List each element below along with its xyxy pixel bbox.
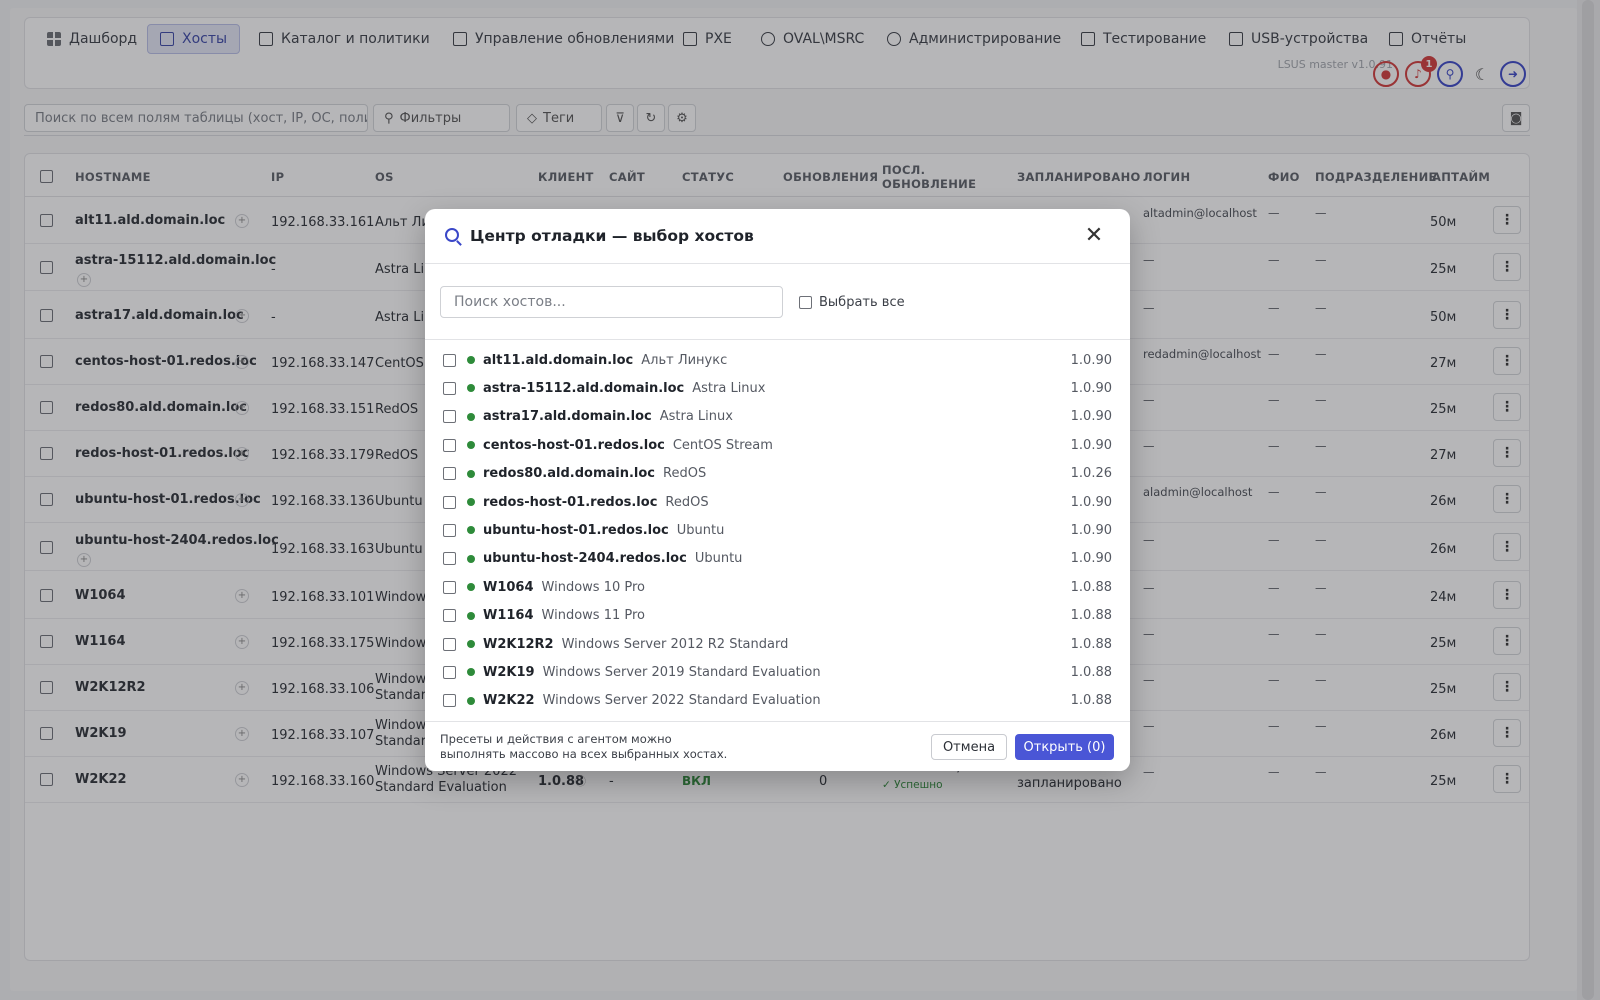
host-os: Windows 11 Pro [541,608,645,624]
host-os: RedOS [665,494,709,510]
online-status-dot [467,526,475,535]
agent-version: 1.0.88 [1070,608,1112,624]
host-checkbox[interactable] [443,410,456,424]
agent-version: 1.0.90 [1070,437,1112,453]
host-list-item[interactable]: redos-host-01.redos.loc RedOS 1.0.90 [443,488,1112,516]
agent-version: 1.0.88 [1070,664,1112,680]
host-list-item[interactable]: ubuntu-host-2404.redos.loc Ubuntu 1.0.90 [443,545,1112,573]
agent-version: 1.0.90 [1070,494,1112,510]
host-checkbox[interactable] [443,381,456,395]
online-status-dot [467,469,475,478]
host-name: W2K19 [483,664,535,680]
agent-version: 1.0.90 [1070,522,1112,538]
host-os: Ubuntu [694,551,743,567]
debug-search-icon [445,228,459,242]
host-checkbox[interactable] [443,552,456,566]
modal-header: Центр отладки — выбор хостов ✕ [425,209,1130,264]
host-checkbox[interactable] [443,438,456,452]
host-list-item[interactable]: W2K19 Windows Server 2019 Standard Evalua… [443,658,1112,686]
agent-version: 1.0.90 [1070,409,1112,425]
host-list-item[interactable]: redos80.ald.domain.loc RedOS 1.0.26 [443,460,1112,488]
open-button[interactable]: Открыть (0) [1015,734,1114,760]
host-os: Windows Server 2012 R2 Standard [561,636,789,652]
modal-title: Центр отладки — выбор хостов [470,227,754,245]
close-button[interactable]: ✕ [1082,222,1106,248]
host-checkbox[interactable] [443,694,456,708]
host-checkbox[interactable] [443,637,456,651]
host-checkbox[interactable] [443,665,456,679]
host-os: Astra Linux [659,409,733,425]
host-checkbox[interactable] [443,523,456,537]
online-status-dot [467,412,475,421]
online-status-dot [467,668,475,677]
select-all-option[interactable]: Выбрать все [799,295,905,310]
host-os: CentOS Stream [672,437,773,453]
agent-version: 1.0.88 [1070,693,1112,709]
online-status-dot [467,611,475,620]
debug-center-modal: Центр отладки — выбор хостов ✕ Поиск хос… [425,209,1130,771]
online-status-dot [467,640,475,648]
online-status-dot [467,441,475,450]
online-status-dot [467,356,475,364]
host-checkbox[interactable] [443,609,456,623]
host-name: W2K22 [483,693,535,709]
host-list-item[interactable]: W1064 Windows 10 Pro 1.0.88 [443,573,1112,601]
host-list-item[interactable]: W2K12R2 Windows Server 2012 R2 Standard 1.… [443,630,1112,658]
modal-note: Пресеты и действия с агентом можно выпол… [440,732,728,761]
host-search-input[interactable]: Поиск хостов... [440,286,783,318]
online-status-dot [467,554,475,563]
host-os: Windows Server 2022 Standard Evaluation [542,693,821,709]
host-name: redos80.ald.domain.loc [483,466,656,482]
host-name: ubuntu-host-01.redos.loc [483,522,669,538]
host-checkbox[interactable] [443,495,456,509]
online-status-dot [467,583,475,592]
host-os: Ubuntu [676,522,725,538]
host-os: RedOS [663,466,707,482]
host-list-item[interactable]: alt11.ald.domain.loc Альт Линукс 1.0.90 [443,346,1112,374]
cancel-button[interactable]: Отмена [931,734,1007,760]
online-status-dot [467,498,475,506]
host-list-item[interactable]: astra17.ald.domain.loc Astra Linux 1.0.90 [443,403,1112,431]
host-name: W2K12R2 [483,636,554,652]
agent-version: 1.0.90 [1070,352,1112,368]
close-icon: ✕ [1084,222,1104,248]
host-name: centos-host-01.redos.loc [483,437,665,453]
modal-divider [425,339,1130,340]
agent-version: 1.0.90 [1070,551,1112,567]
agent-version: 1.0.90 [1070,380,1112,396]
host-list-item[interactable]: ubuntu-host-01.redos.loc Ubuntu 1.0.90 [443,516,1112,544]
host-checkbox[interactable] [443,580,456,594]
agent-version: 1.0.88 [1070,579,1112,595]
host-name: W1164 [483,608,534,624]
host-name: astra-15112.ald.domain.loc [483,380,685,396]
host-checkbox[interactable] [443,467,456,481]
host-checkbox[interactable] [443,353,456,367]
agent-version: 1.0.88 [1070,636,1112,652]
online-status-dot [467,384,475,393]
host-os: Astra Linux [692,380,766,396]
host-os: Windows Server 2019 Standard Evaluation [542,664,821,680]
agent-version: 1.0.26 [1070,466,1112,482]
host-os: Windows 10 Pro [541,579,645,595]
host-list-item[interactable]: astra-15112.ald.domain.loc Astra Linux 1.0… [443,374,1112,402]
host-name: ubuntu-host-2404.redos.loc [483,551,687,567]
select-all-label: Выбрать все [819,295,905,310]
online-status-dot [467,696,475,705]
host-os: Альт Линукс [641,352,728,368]
select-all-checkbox[interactable] [799,296,812,309]
host-name: alt11.ald.domain.loc [483,352,634,368]
host-name: W1064 [483,579,534,595]
host-name: astra17.ald.domain.loc [483,409,652,425]
host-list-item[interactable]: W1164 Windows 11 Pro 1.0.88 [443,602,1112,630]
modal-divider [425,721,1130,722]
host-list-item[interactable]: W2K22 Windows Server 2022 Standard Evalua… [443,687,1112,715]
host-list-item[interactable]: centos-host-01.redos.loc CentOS Stream 1.0… [443,431,1112,459]
host-name: redos-host-01.redos.loc [483,494,658,510]
